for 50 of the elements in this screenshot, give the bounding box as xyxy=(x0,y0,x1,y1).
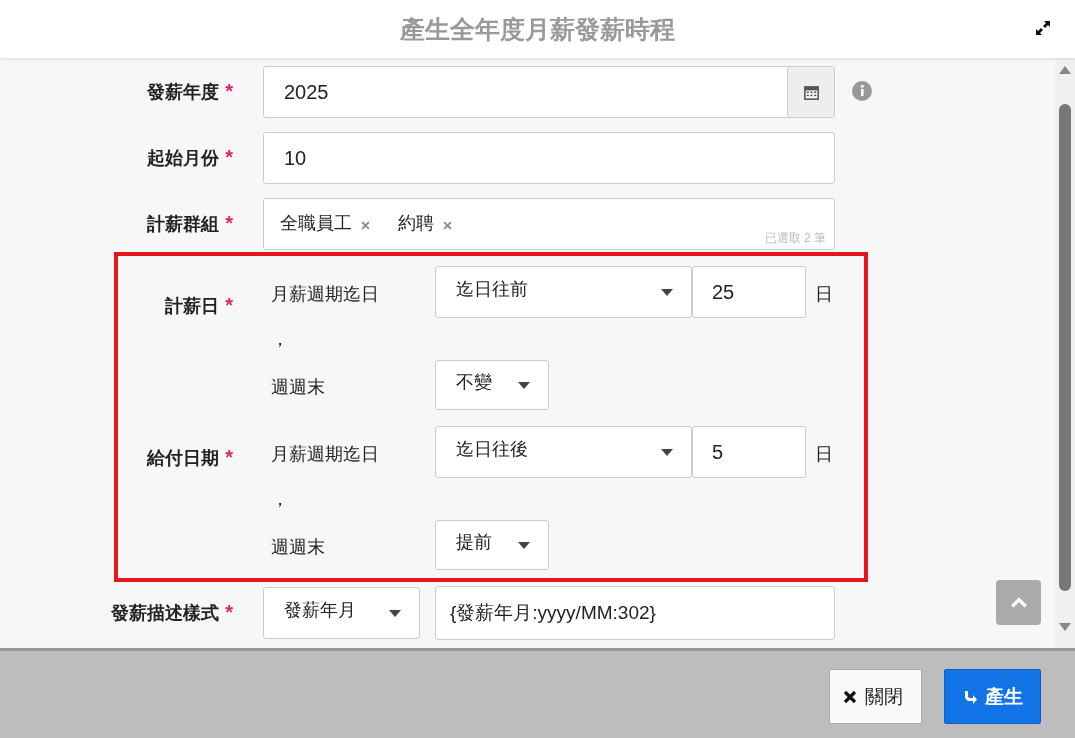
close-icon xyxy=(842,688,858,705)
field-label: 給付日期 xyxy=(147,448,220,468)
info-icon[interactable] xyxy=(852,81,872,101)
close-button[interactable]: 關閉 xyxy=(829,669,922,724)
remove-icon[interactable] xyxy=(443,220,452,230)
generate-button[interactable]: 產生 xyxy=(944,669,1041,724)
unit-label: 日 xyxy=(815,443,833,466)
comma-text: ， xyxy=(271,328,289,351)
field-label: 起始月份 xyxy=(147,148,220,168)
selection-count: 已選取 2 筆 xyxy=(764,230,826,247)
required-mark: * xyxy=(225,146,233,168)
field-label: 發薪年度 xyxy=(147,82,220,102)
tag-label: 全職員工 xyxy=(280,212,352,235)
required-mark: * xyxy=(225,446,233,468)
field-label: 計薪日 xyxy=(165,296,220,316)
input-field[interactable]: 10 xyxy=(263,132,835,184)
field-label: 週週末 xyxy=(271,536,326,559)
caret-icon xyxy=(518,541,530,549)
scroll-to-top-button[interactable] xyxy=(996,580,1041,625)
number-field[interactable]: 25 xyxy=(692,266,806,318)
required-mark: * xyxy=(225,212,233,234)
caret-icon xyxy=(661,448,673,456)
dropdown[interactable]: 提前 xyxy=(435,520,549,570)
unit-label: 日 xyxy=(815,283,833,306)
required-mark: * xyxy=(225,601,233,623)
curved-arrow-icon xyxy=(962,688,978,705)
number-field[interactable]: 5 xyxy=(692,426,806,478)
remove-icon[interactable] xyxy=(361,220,370,230)
dropdown[interactable]: 不變 xyxy=(435,360,549,410)
dialog-title: 產生全年度月薪發薪時程 xyxy=(400,13,675,45)
input-field[interactable]: {發薪年月:yyyy/MM:302} xyxy=(435,586,835,640)
required-mark: * xyxy=(225,294,233,316)
field-label: 月薪週期迄日 xyxy=(271,283,380,306)
caret-icon xyxy=(661,288,673,296)
field-label: 週週末 xyxy=(271,376,326,399)
required-mark: * xyxy=(225,80,233,102)
field-label: 發薪描述樣式 xyxy=(111,603,220,623)
multi-select-field[interactable]: 全職員工 約聘 已選取 2 筆 xyxy=(263,198,835,250)
field-label: 計薪群組 xyxy=(147,214,220,234)
expand-icon[interactable] xyxy=(1035,20,1051,36)
dropdown[interactable]: 迄日往後 xyxy=(435,426,692,478)
tag-label: 約聘 xyxy=(398,212,434,235)
caret-icon xyxy=(389,609,401,617)
dropdown[interactable]: 迄日往前 xyxy=(435,266,692,318)
field-label: 月薪週期迄日 xyxy=(271,443,380,466)
comma-text: ， xyxy=(271,488,289,511)
calendar-icon[interactable] xyxy=(802,83,820,101)
caret-icon xyxy=(518,381,530,389)
dropdown[interactable]: 發薪年月 xyxy=(263,587,420,639)
date-field[interactable]: 2025 xyxy=(263,66,835,118)
